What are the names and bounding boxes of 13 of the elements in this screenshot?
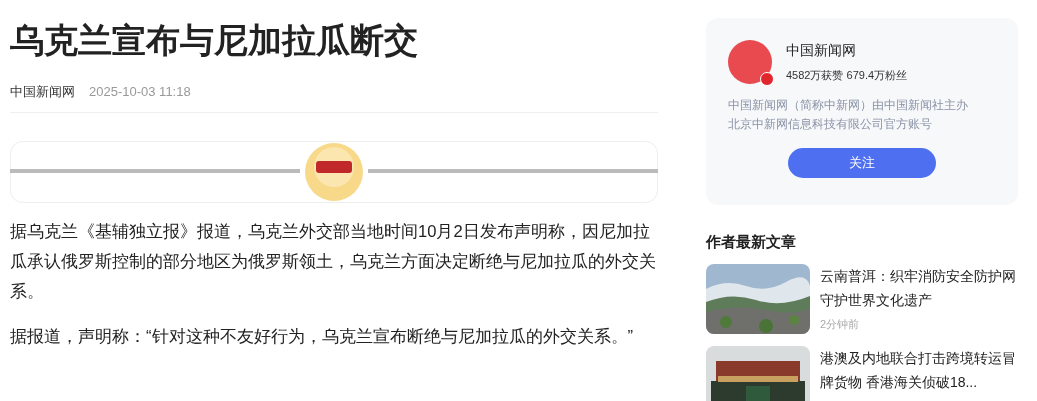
follow-button[interactable]: 关注 [788,148,936,178]
author-stats: 4582万获赞 679.4万粉丝 [786,68,908,84]
author-name: 中国新闻网 [786,41,857,61]
paragraph: 据乌克兰《基辅独立报》报道，乌克兰外交部当地时间10月2日发布声明称，因尼加拉瓜承认俄罗斯控制的部分地区为俄罗斯领土，乌克兰方面决定断绝与尼加拉瓜的外交关系。 [10,220,657,303]
paragraph: 据报道，声明称：“针对这种不友好行为，乌克兰宣布断绝与尼加拉瓜的外交关系。” [10,325,635,348]
section-heading: 作者最新文章 [706,232,797,252]
author-description: 中国新闻网（简称中新网）由中国新闻社主办北京中新网信息科技有限公司官方账号 [728,97,969,133]
source-name: 中国新闻网 [10,83,75,101]
article-link[interactable]: 港澳及内地联合打击跨境转运冒牌货物 香港海关侦破18... [820,345,1018,394]
article-link[interactable]: 云南普洱：织牢消防安全防护网守护世界文化遗产 [820,263,1018,312]
article-time: 2分钟前 [820,316,861,332]
article-title: 乌克兰宣布与尼加拉瓜断交 [10,20,419,61]
publish-time: 2025-10-03 11:18 [89,83,191,101]
